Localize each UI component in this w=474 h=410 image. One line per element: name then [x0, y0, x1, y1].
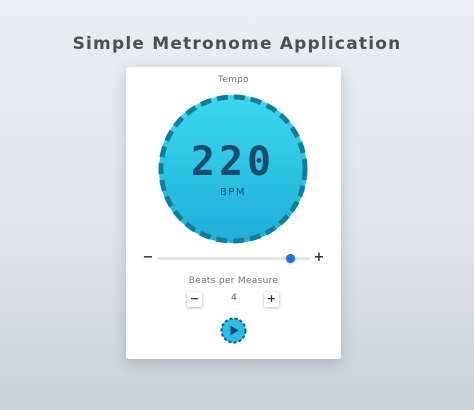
tempo-slider-thumb[interactable] [285, 254, 295, 263]
tempo-decrease-button[interactable]: − [142, 250, 154, 266]
metronome-card: Tempo 220 BPM − + Beats per Measure − 4 … [126, 67, 341, 359]
tempo-dial: 220 BPM [156, 92, 310, 246]
tempo-slider-row: − + [142, 250, 325, 266]
beats-per-measure-label: Beats per Measure [188, 276, 279, 286]
bpm-unit-label: BPM [219, 187, 247, 198]
tempo-slider-track[interactable] [157, 254, 310, 263]
tempo-increase-button[interactable]: + [313, 250, 325, 266]
play-button[interactable] [220, 317, 247, 344]
page-title: Simple Metronome Application [72, 34, 402, 54]
bpm-value: 220 [190, 139, 276, 185]
tempo-label: Tempo [218, 75, 249, 85]
play-icon [220, 317, 247, 344]
beats-increase-button[interactable]: + [264, 292, 279, 307]
beats-value: 4 [231, 293, 237, 303]
beats-decrease-button[interactable]: − [187, 292, 202, 307]
